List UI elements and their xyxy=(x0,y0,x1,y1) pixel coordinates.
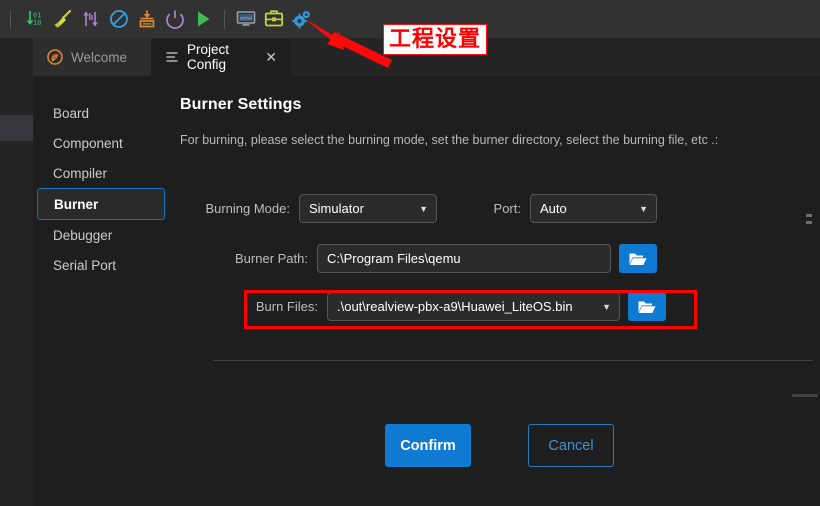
svg-text:10: 10 xyxy=(33,19,41,27)
settings-gears-icon[interactable] xyxy=(288,5,316,33)
burn-files-row: Burn Files: .\out\realview-pbx-a9\Huawei… xyxy=(180,292,666,321)
burning-mode-value: Simulator xyxy=(309,201,364,216)
power-icon[interactable] xyxy=(161,5,189,33)
burn-files-select[interactable]: .\out\realview-pbx-a9\Huawei_LiteOS.bin … xyxy=(327,292,620,321)
burner-path-label: Burner Path: xyxy=(235,251,308,266)
burning-mode-select[interactable]: Simulator ▼ xyxy=(299,194,437,223)
run-play-icon[interactable] xyxy=(189,5,217,33)
sidebar-item-component[interactable]: Component xyxy=(33,128,178,158)
tab-welcome[interactable]: Welcome xyxy=(33,38,151,76)
config-lines-icon xyxy=(165,50,179,64)
activity-strip-highlight[interactable] xyxy=(0,115,33,141)
dialog-buttons: Confirm Cancel xyxy=(385,424,614,467)
confirm-button[interactable]: Confirm xyxy=(385,424,471,467)
burn-files-label: Burn Files: xyxy=(255,299,318,314)
sidebar-item-label: Board xyxy=(53,105,90,121)
sidebar-item-label: Serial Port xyxy=(53,257,117,273)
port-select[interactable]: Auto ▼ xyxy=(530,194,657,223)
tab-close-icon[interactable]: ✕ xyxy=(265,50,277,64)
activity-strip xyxy=(0,76,33,506)
port-value: Auto xyxy=(540,201,567,216)
binary-download-icon[interactable]: 01 10 xyxy=(21,5,49,33)
sidebar-item-label: Component xyxy=(53,135,123,151)
section-divider xyxy=(213,360,813,361)
overview-ruler-marks xyxy=(806,214,812,235)
stop-forbidden-icon[interactable] xyxy=(105,5,133,33)
burning-mode-label: Burning Mode: xyxy=(205,201,290,216)
welcome-logo-icon xyxy=(47,49,63,65)
folder-open-icon xyxy=(629,253,647,265)
sidebar-item-label: Burner xyxy=(54,196,99,212)
serial-monitor-icon[interactable]: serial xyxy=(232,5,260,33)
burning-mode-row: Burning Mode: Simulator ▼ Port: Auto ▼ xyxy=(180,194,657,223)
sidebar-item-serial-port[interactable]: Serial Port xyxy=(33,250,178,280)
tab-project-config[interactable]: Project Config ✕ xyxy=(151,38,291,76)
scrollbar-thumb[interactable] xyxy=(792,394,818,397)
config-category-list: Board Component Compiler Burner Debugger… xyxy=(33,98,178,280)
toolbox-icon[interactable] xyxy=(260,5,288,33)
sidebar-item-burner[interactable]: Burner xyxy=(37,188,165,220)
chevron-down-icon: ▼ xyxy=(419,203,428,214)
chevron-down-icon: ▼ xyxy=(639,203,648,214)
chevron-down-icon: ▼ xyxy=(602,301,611,312)
burner-path-browse-button[interactable] xyxy=(619,244,657,273)
burner-settings-panel: Burner Settings For burning, please sele… xyxy=(180,76,820,506)
burner-path-input[interactable]: C:\Program Files\qemu xyxy=(317,244,611,273)
burn-files-value: .\out\realview-pbx-a9\Huawei_LiteOS.bin xyxy=(337,299,573,314)
annotation-callout-label: 工程设置 xyxy=(383,24,488,56)
sidebar-item-label: Compiler xyxy=(53,165,108,181)
broom-clean-icon[interactable] xyxy=(49,5,77,33)
burner-path-value: C:\Program Files\qemu xyxy=(327,251,461,266)
app-window: 01 10 serial Welcome Project Config ✕ Bo… xyxy=(0,0,820,506)
folder-open-icon xyxy=(638,301,656,313)
sidebar-item-board[interactable]: Board xyxy=(33,98,178,128)
burn-files-browse-button[interactable] xyxy=(628,292,666,321)
cancel-button[interactable]: Cancel xyxy=(528,424,614,467)
toolbar-separator-1 xyxy=(224,9,225,29)
page-title: Burner Settings xyxy=(180,96,302,113)
sidebar-item-label: Debugger xyxy=(53,227,113,243)
sidebar-item-compiler[interactable]: Compiler xyxy=(33,158,178,188)
page-description: For burning, please select the burning m… xyxy=(180,133,719,147)
burn-upload-icon[interactable] xyxy=(133,5,161,33)
config-page: Board Component Compiler Burner Debugger… xyxy=(33,76,820,506)
tab-project-config-label: Project Config xyxy=(187,42,230,72)
toolbar-separator-0 xyxy=(10,9,11,29)
port-label: Port: xyxy=(493,201,521,216)
burner-path-row: Burner Path: C:\Program Files\qemu xyxy=(180,244,657,273)
rebuild-arrows-icon[interactable] xyxy=(77,5,105,33)
svg-text:serial: serial xyxy=(240,15,252,21)
tab-welcome-label: Welcome xyxy=(71,49,128,65)
sidebar-item-debugger[interactable]: Debugger xyxy=(33,220,178,250)
